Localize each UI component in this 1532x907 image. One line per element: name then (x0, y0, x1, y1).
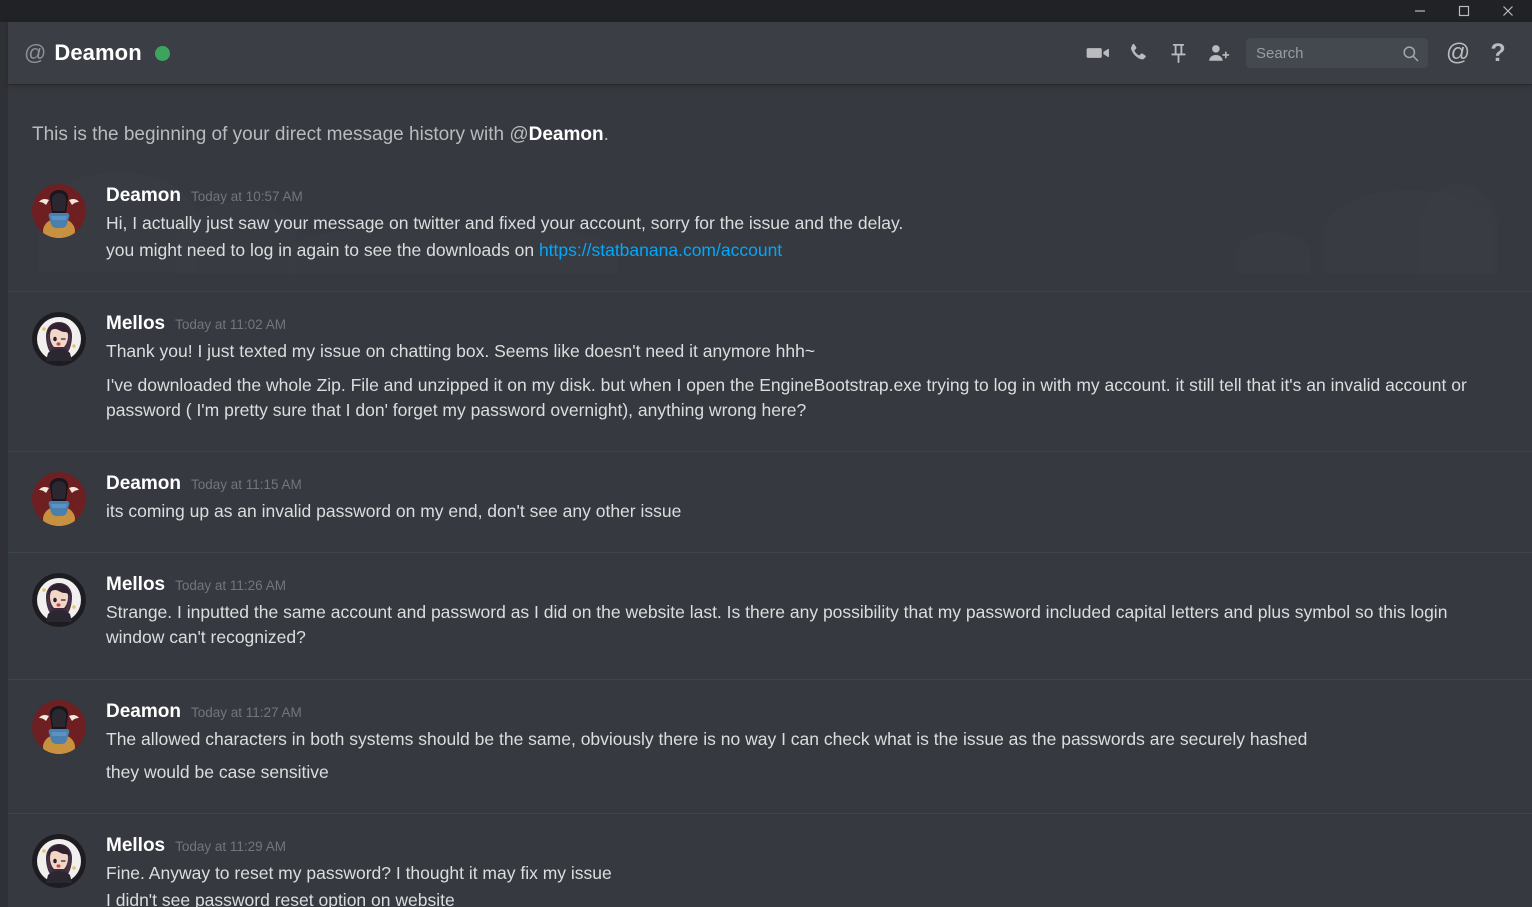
message-group: Mellos Today at 11:26 AM Strange. I inpu… (8, 552, 1532, 668)
video-call-icon[interactable] (1078, 33, 1118, 73)
message-line: Strange. I inputted the same account and… (106, 602, 1448, 648)
message-line: Hi, I actually just saw your message on … (106, 213, 904, 233)
message-line: I've downloaded the whole Zip. File and … (106, 374, 1467, 420)
message-content: Deamon Today at 11:27 AM The allowed cha… (106, 700, 1508, 787)
message-timestamp: Today at 11:26 AM (175, 578, 286, 594)
server-rail[interactable] (0, 22, 8, 907)
message-header: Mellos Today at 11:02 AM (106, 313, 1508, 335)
at-icon: @ (24, 40, 47, 65)
search-box[interactable] (1246, 38, 1428, 68)
message-group: Deamon Today at 10:57 AM Hi, I actually … (8, 164, 1532, 281)
message-timestamp: Today at 10:57 AM (190, 189, 303, 204)
message-header: Deamon Today at 11:27 AM (106, 701, 1508, 723)
search-input[interactable] (1256, 44, 1401, 62)
intro-username: Deamon (528, 124, 604, 145)
pin-icon[interactable] (1158, 33, 1198, 73)
discord-window: @ Deamon Search @ ? This is the beginnin… (0, 0, 1532, 907)
search-icon (1401, 44, 1420, 63)
message-author[interactable]: Deamon (106, 185, 181, 207)
main-column: @ Deamon Search @ ? This is the beginnin… (8, 22, 1532, 907)
intro-prefix: This is the beginning of your direct mes… (32, 124, 529, 145)
message-timestamp: Today at 11:02 AM (175, 317, 286, 333)
message-content: Deamon Today at 10:57 AM Hi, I actually … (106, 184, 1508, 265)
close-button[interactable] (1486, 0, 1530, 22)
message-group: Mellos Today at 11:02 AM Thank you! I ju… (8, 291, 1532, 441)
message-timestamp: Today at 11:27 AM (190, 704, 302, 720)
message-author[interactable]: Deamon (106, 701, 181, 723)
message-group: Deamon Today at 11:15 AM its coming up a… (8, 450, 1532, 542)
message-header: Deamon Today at 10:57 AM (106, 185, 1508, 207)
mentions-icon[interactable]: @ (1438, 33, 1478, 73)
minimize-button[interactable] (1398, 0, 1442, 22)
message-line: you might need to log in again to see th… (106, 238, 1508, 263)
message-line: its coming up as an invalid password on … (106, 500, 682, 521)
message-line: I didn't see password reset option on we… (106, 890, 455, 907)
message-content: Deamon Today at 11:15 AM its coming up a… (106, 472, 1508, 526)
message-link[interactable]: https://statbanana.com/account (539, 240, 782, 260)
header-actions: @ ? (1078, 33, 1518, 73)
message-line: The allowed characters in both systems s… (106, 728, 1308, 749)
online-status-dot (154, 45, 170, 61)
message-header: Mellos Today at 11:29 AM (106, 835, 1508, 857)
message-group: Deamon Today at 11:27 AM The allowed cha… (8, 678, 1532, 803)
message-group: Mellos Today at 11:29 AM Fine. Anyway to… (8, 812, 1532, 907)
avatar[interactable] (32, 471, 86, 526)
avatar[interactable] (32, 184, 86, 238)
message-content: Mellos Today at 11:26 AM Strange. I inpu… (106, 573, 1508, 652)
channel-name: Deamon (54, 40, 142, 65)
message-scroll[interactable]: This is the beginning of your direct mes… (8, 84, 1532, 907)
avatar[interactable] (32, 312, 86, 367)
message-timestamp: Today at 11:29 AM (175, 838, 286, 854)
message-area: This is the beginning of your direct mes… (8, 84, 1532, 907)
message-author[interactable]: Mellos (106, 313, 165, 335)
help-icon[interactable]: ? (1478, 33, 1518, 73)
window-body: @ Deamon Search @ ? This is the beginnin… (0, 22, 1532, 907)
avatar[interactable] (32, 699, 86, 754)
message-author[interactable]: Mellos (106, 574, 165, 596)
intro-suffix: . (603, 124, 609, 145)
message-content: Mellos Today at 11:29 AM Fine. Anyway to… (106, 834, 1508, 907)
message-header: Mellos Today at 11:26 AM (106, 574, 1508, 596)
channel-header: @ Deamon Search @ ? (8, 22, 1532, 84)
message-author[interactable]: Deamon (106, 473, 181, 495)
add-friend-icon[interactable] (1198, 33, 1238, 73)
voice-call-icon[interactable] (1118, 33, 1158, 73)
message-line: they would be case sensitive (106, 761, 329, 782)
avatar[interactable] (32, 573, 86, 628)
message-timestamp: Today at 11:15 AM (190, 476, 302, 492)
message-content: Mellos Today at 11:02 AM Thank you! I ju… (106, 312, 1508, 425)
message-header: Deamon Today at 11:15 AM (106, 473, 1508, 495)
message-line: Fine. Anyway to reset my password? I tho… (106, 862, 612, 883)
conversation-intro: This is the beginning of your direct mes… (8, 84, 1532, 146)
message-text: you might need to log in again to see th… (106, 240, 539, 261)
title-bar (0, 0, 1532, 22)
maximize-button[interactable] (1442, 0, 1486, 22)
message-line: Thank you! I just texted my issue on cha… (106, 341, 816, 362)
avatar[interactable] (32, 833, 86, 888)
message-author[interactable]: Mellos (106, 835, 165, 857)
